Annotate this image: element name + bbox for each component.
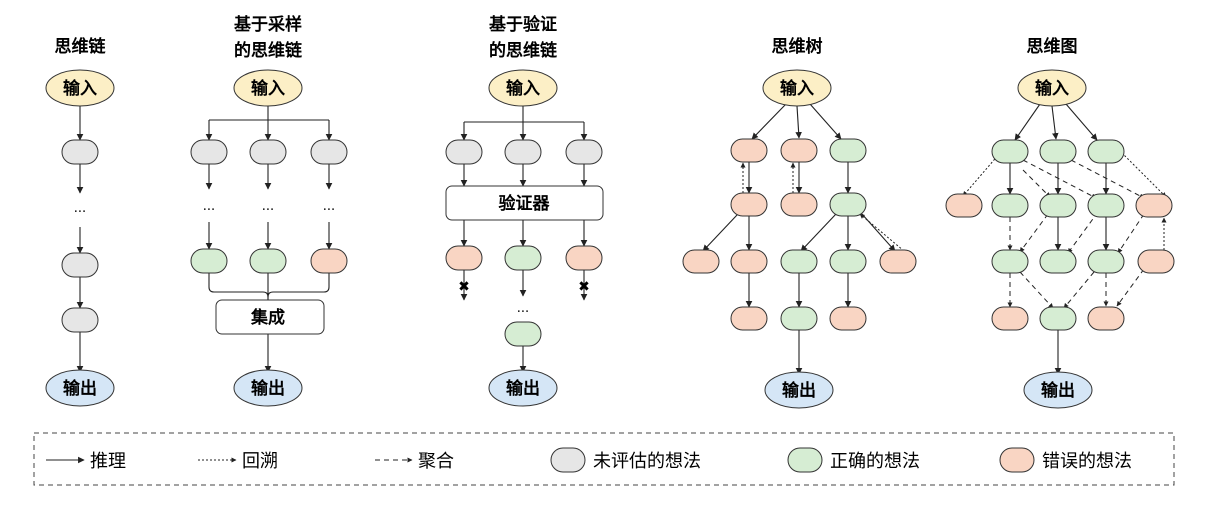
sc-output-label: 输出	[251, 378, 285, 399]
got-l1-c	[1087, 139, 1125, 164]
sc-thought-c1	[310, 139, 348, 165]
tot-title: 思维树	[772, 36, 823, 57]
sc-thought-b1	[249, 139, 287, 165]
got-l4-b	[1039, 306, 1077, 331]
verifier-label: 验证器	[499, 193, 551, 214]
tot-input-label: 输入	[780, 78, 814, 99]
legend-correct-label: 正确的想法	[830, 451, 920, 472]
tot-l3-a	[682, 249, 720, 274]
got-l1-a	[991, 139, 1029, 164]
got-l3-c	[1087, 249, 1125, 274]
sc-ellipsis-a: ...	[203, 199, 215, 214]
got-l4-a	[991, 306, 1029, 331]
tot-l3-b	[730, 249, 768, 274]
cot-thought-3	[61, 307, 99, 333]
aggregation-edges	[1007, 159, 1145, 309]
got-l2-d	[1087, 193, 1125, 218]
sc-input-label: 输入	[251, 78, 285, 99]
legend-unevaluated-label: 未评估的想法	[593, 451, 701, 472]
got-l3-d	[1137, 249, 1175, 274]
tot-l3-c	[780, 249, 818, 274]
cot-title: 思维链	[55, 36, 107, 57]
sc-thought-b2	[249, 248, 287, 274]
tot-l4-a	[730, 306, 768, 331]
legend-backtrack-label: 回溯	[242, 451, 278, 472]
cot-output-label: 输出	[63, 378, 97, 399]
got-l2-b	[991, 193, 1029, 218]
got-l3-a	[991, 249, 1029, 274]
tot-l2-c	[829, 192, 867, 217]
legend-reasoning-label: 推理	[90, 451, 126, 472]
tot-l3-d	[829, 249, 867, 274]
ver-thought-c2	[565, 245, 603, 271]
legend-correct-swatch	[787, 447, 823, 473]
tot-l1-b	[780, 138, 818, 163]
cot-thought-1	[61, 139, 99, 165]
legend-wrong-label: 错误的想法	[1042, 451, 1132, 472]
sc-thought-a2	[190, 248, 228, 274]
tot-l1-c	[829, 138, 867, 163]
ver-title-line2: 的思维链	[489, 40, 558, 61]
got-l1-b	[1039, 139, 1077, 164]
cot-ellipsis: ...	[74, 201, 86, 216]
tot-l4-b	[780, 306, 818, 331]
tot-l1-a	[730, 138, 768, 163]
reasoning-structures-diagram: 思维链 基于采样 的思维链 基于验证 的思维链 思维树 思维图 输入 输出 输入…	[33, 14, 1175, 486]
sc-thought-c2	[310, 248, 348, 274]
ver-ellipsis: ...	[517, 301, 529, 316]
got-l3-b	[1039, 249, 1077, 274]
got-l2-c	[1039, 193, 1077, 218]
got-output-label: 输出	[1041, 380, 1075, 401]
legend: 推理 回溯 聚合 未评估的想法 正确的想法 错误的想法	[33, 432, 1175, 486]
tot-l4-c	[829, 306, 867, 331]
ver-title-line1: 基于验证	[488, 14, 557, 35]
sc-title-line2: 的思维链	[234, 40, 303, 61]
ver-thought-b3	[504, 321, 542, 347]
cot-input-label: 输入	[63, 78, 97, 99]
tot-l2-a	[730, 192, 768, 217]
got-input-label: 输入	[1035, 78, 1069, 99]
ensemble-label: 集成	[250, 307, 285, 328]
ver-input-label: 输入	[506, 78, 540, 99]
cot-thought-2	[61, 252, 99, 278]
reject-icon-c: ✖	[578, 279, 590, 295]
ver-thought-a2	[445, 245, 483, 271]
ver-thought-b1	[504, 139, 542, 165]
sc-title-line1: 基于采样	[233, 14, 302, 35]
got-title: 思维图	[1027, 36, 1078, 57]
nodes	[45, 69, 1175, 409]
got-l2-a	[945, 193, 983, 218]
got-l2-e	[1135, 193, 1173, 218]
ver-thought-a1	[445, 139, 483, 165]
got-l4-c	[1087, 306, 1125, 331]
sc-ellipsis-b: ...	[262, 199, 274, 214]
legend-aggregate-label: 聚合	[418, 451, 454, 472]
node-labels: 输入 输出 输入 集成 输出 输入 验证器 输出 输入 输出 输入 输出	[63, 78, 1075, 401]
tot-l3-e	[879, 249, 917, 274]
tot-output-label: 输出	[782, 380, 816, 401]
legend-wrong-swatch	[999, 447, 1035, 473]
ver-thought-c1	[565, 139, 603, 165]
column-titles: 思维链 基于采样 的思维链 基于验证 的思维链 思维树 思维图	[55, 14, 1078, 61]
legend-unevaluated-swatch	[550, 447, 586, 473]
sc-ellipsis-c: ...	[323, 199, 335, 214]
tot-l2-b	[780, 192, 818, 217]
ver-output-label: 输出	[506, 378, 540, 399]
sc-thought-a1	[190, 139, 228, 165]
ver-thought-b2	[504, 245, 542, 271]
reject-icon-a: ✖	[458, 279, 470, 295]
rejection-marks: ✖ ✖	[458, 279, 590, 295]
